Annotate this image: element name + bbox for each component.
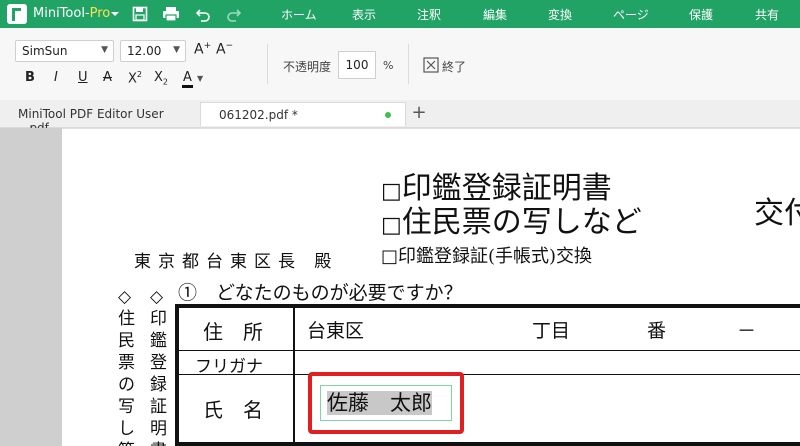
option-card-exchange-label: 印鑑登録証(手帳式)交換 <box>398 246 593 267</box>
tab-label: 061202.pdf * <box>219 108 298 122</box>
address-value[interactable]: 台東区 <box>307 316 364 343</box>
undo-icon[interactable] <box>193 4 213 24</box>
address-chome: 丁目 <box>532 320 571 342</box>
menu-home[interactable]: ホーム <box>281 6 317 23</box>
title-bar: MiniTool-Pro ホーム 表示 注釈 編集 変換 ページ 保護 共有 <box>0 0 800 28</box>
text-edit-box[interactable]: 佐藤 太郎 <box>320 385 452 421</box>
issue-heading: 交付 <box>754 196 800 231</box>
address-ban: 番 <box>647 320 667 342</box>
strikethrough-button[interactable]: A <box>103 70 112 90</box>
checkbox-glyph: □ <box>381 213 402 238</box>
app-logo-icon <box>7 4 27 24</box>
left-column-certificate: ◇印鑑登録証明書 <box>150 287 167 446</box>
superscript-mark: 2 <box>136 70 142 79</box>
furigana-label: フリガナ <box>195 357 263 377</box>
form-row-divider <box>179 350 800 351</box>
increase-font-size-button[interactable]: A+ <box>194 41 211 61</box>
address-dash: － <box>737 320 757 342</box>
font-size-select[interactable]: 12.00 ▼ <box>120 40 186 62</box>
underline-button[interactable]: U <box>78 70 88 90</box>
chevron-down-icon: ▼ <box>173 45 180 55</box>
opacity-unit: % <box>383 59 394 72</box>
address-label: 住 所 <box>203 320 263 344</box>
decrease-font-glyph: A <box>216 41 226 58</box>
add-tab-button[interactable]: + <box>410 102 428 124</box>
print-icon[interactable] <box>161 4 181 24</box>
document-tab-bar: MiniTool PDF Editor User ...pdf 061202.p… <box>0 100 800 135</box>
font-color-glyph: A <box>182 70 193 88</box>
menu-view[interactable]: 表示 <box>352 6 376 23</box>
question-1: ① どなたのものが必要ですか？ <box>178 282 463 304</box>
subscript-button[interactable]: X2 <box>154 70 168 90</box>
option-certificate-label: 印鑑登録証明書 <box>401 171 612 206</box>
chevron-down-icon: ▼ <box>101 45 108 55</box>
app-name-main: MiniTool <box>33 6 85 21</box>
subscript-mark: 2 <box>162 77 168 87</box>
menu-convert[interactable]: 変換 <box>548 6 572 23</box>
name-label: 氏 名 <box>203 398 263 422</box>
option-card-exchange: □印鑑登録証(手帳式)交換 <box>381 246 592 268</box>
menu-edit[interactable]: 編集 <box>483 6 507 23</box>
tab-061202[interactable]: 061202.pdf * <box>200 102 406 126</box>
app-name: MiniTool-Pro <box>33 6 110 21</box>
opacity-label: 不透明度 <box>283 60 332 74</box>
addressee: 東京都台東区長 殿 <box>134 252 339 272</box>
font-color-button[interactable]: A ▼ <box>182 70 203 90</box>
form-row-divider <box>179 374 800 375</box>
toolbar-divider <box>408 44 409 84</box>
form-column-divider <box>293 308 295 446</box>
checkbox-glyph: □ <box>381 246 399 267</box>
font-name-value: SimSun <box>22 44 68 58</box>
app-menu-dropdown-icon[interactable] <box>105 4 125 24</box>
menu-annotate[interactable]: 注釈 <box>417 6 441 23</box>
name-value: 佐藤 太郎 <box>327 391 432 415</box>
redo-icon[interactable] <box>224 4 244 24</box>
finish-icon[interactable] <box>423 57 439 73</box>
decrease-font-size-button[interactable]: A− <box>216 41 233 61</box>
menu-page[interactable]: ページ <box>613 6 649 23</box>
save-icon[interactable] <box>130 4 150 24</box>
font-name-select[interactable]: SimSun ▼ <box>15 40 114 62</box>
option-resident-copy: □住民票の写しなど <box>381 206 642 243</box>
finish-button[interactable]: 終了 <box>442 58 466 78</box>
opacity-input[interactable]: 100 <box>338 51 376 79</box>
chevron-down-icon: ▼ <box>197 74 204 83</box>
increase-font-glyph: A <box>194 41 204 58</box>
italic-button[interactable]: I <box>54 70 58 90</box>
superscript-button[interactable]: X2 <box>128 70 142 90</box>
left-column-resident: ◇住民票の写し等 <box>118 287 135 446</box>
option-resident-copy-label: 住民票の写しなど <box>401 205 642 240</box>
menu-share[interactable]: 共有 <box>755 6 779 23</box>
toolbar-divider <box>267 44 268 84</box>
option-certificate: □印鑑登録証明書 <box>381 172 612 209</box>
pdf-page[interactable]: □印鑑登録証明書 □住民票の写しなど □印鑑登録証(手帳式)交換 交付 東京都台… <box>62 128 800 446</box>
font-size-value: 12.00 <box>127 44 162 58</box>
bold-button[interactable]: B <box>25 70 35 90</box>
request-form: 住 所 台東区 丁目 番 － フリガナ 氏 名 <box>175 304 800 446</box>
tab-user-guide[interactable]: MiniTool PDF Editor User ...pdf <box>0 102 200 135</box>
page-top-edge <box>62 128 800 129</box>
checkbox-glyph: □ <box>381 179 402 204</box>
subscript-base: X <box>154 70 163 85</box>
menu-protect[interactable]: 保護 <box>689 6 713 23</box>
superscript-base: X <box>128 71 137 87</box>
format-toolbar: SimSun ▼ 12.00 ▼ A+ A− B I U A X2 X2 A ▼… <box>0 28 800 100</box>
unsaved-dot-icon <box>385 112 391 118</box>
